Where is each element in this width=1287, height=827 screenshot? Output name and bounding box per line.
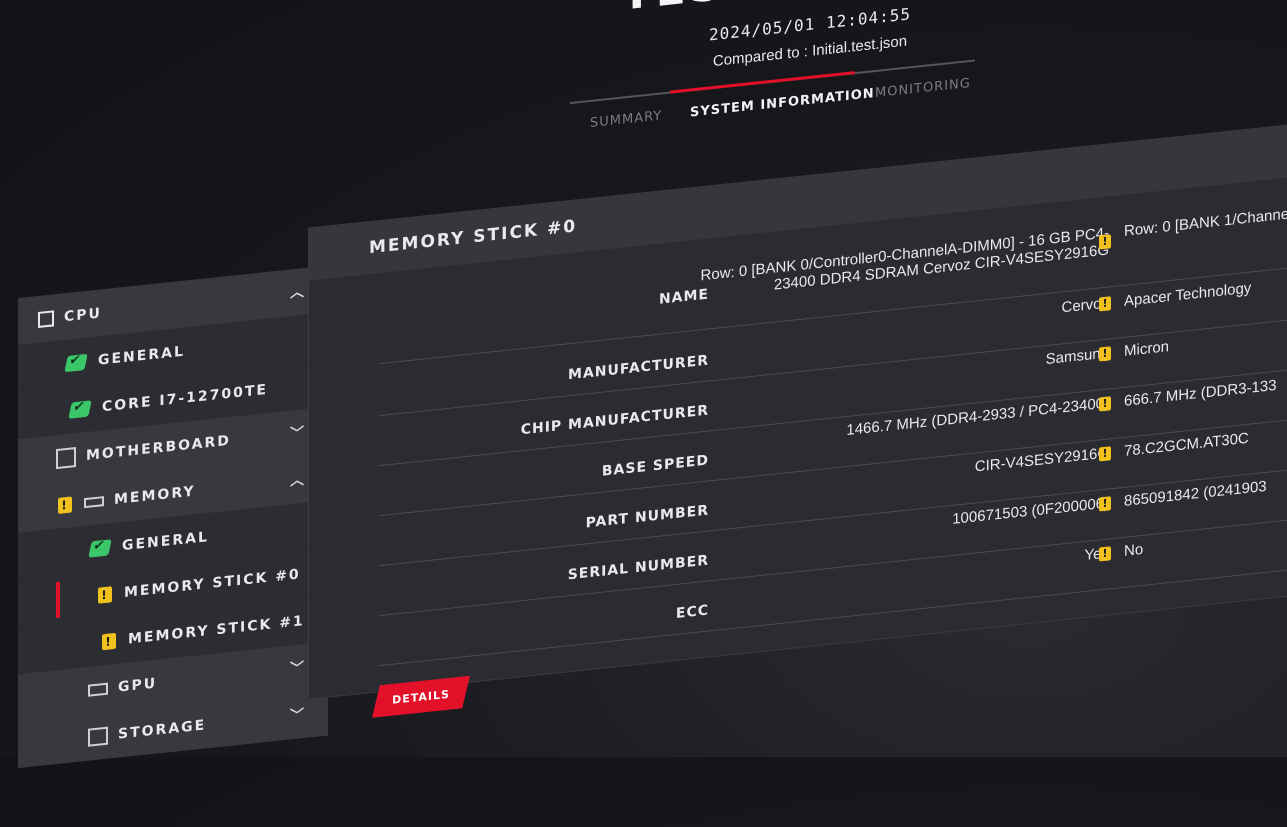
sidebar-item-label: CORE I7-12700TE — [102, 381, 268, 415]
sidebar-item-label: MEMORY STICK #0 — [124, 565, 301, 601]
check-icon — [68, 399, 92, 419]
report-stage: TEST REPORT 2024/05/01 12:04:55 Compared… — [0, 0, 1287, 827]
warning-icon: ! — [1099, 496, 1111, 512]
warning-icon: ! — [102, 632, 116, 650]
sidebar-item-label: MEMORY STICK #1 — [128, 612, 305, 648]
check-icon — [88, 538, 112, 558]
tab-system-information[interactable]: SYSTEM INFORMATION — [690, 86, 875, 120]
gpu-icon — [88, 682, 108, 697]
warning-icon: ! — [1099, 346, 1111, 362]
active-item-marker — [56, 581, 60, 619]
value-current: Row: 0 [BANK 0/Controller0-ChannelA-DIMM… — [700, 224, 1109, 294]
check-icon — [64, 353, 88, 372]
sidebar-item-label: GENERAL — [122, 528, 209, 554]
tab-monitoring[interactable]: MONITORING — [875, 76, 971, 101]
memory-stick-panel: MEMORY STICK #0 NAME Row: 0 [BANK 0/Cont… — [308, 122, 1287, 700]
warning-icon: ! — [1099, 296, 1111, 312]
cpu-icon — [38, 309, 54, 328]
warning-icon: ! — [58, 495, 72, 514]
chevron-down-icon[interactable]: ﹀ — [290, 704, 306, 726]
tab-summary[interactable]: SUMMARY — [590, 108, 662, 131]
sidebar-item-label: MOTHERBOARD — [86, 432, 231, 464]
chevron-down-icon[interactable]: ﹀ — [290, 422, 306, 444]
sidebar: CPU ︿ GENERAL CORE I7-12700TE MOTHERBOAR… — [18, 265, 328, 769]
chevron-down-icon[interactable]: ﹀ — [290, 657, 306, 679]
value-compared: Row: 0 [BANK 1/ChannelA DDR3 SDRAM Apace… — [1124, 185, 1287, 240]
sidebar-item-label: STORAGE — [118, 716, 207, 743]
row-label: NAME — [658, 286, 709, 308]
sidebar-item-label: CPU — [64, 304, 102, 325]
warning-icon: ! — [1099, 396, 1111, 412]
storage-icon — [88, 726, 108, 747]
warning-icon: ! — [1099, 546, 1111, 562]
sidebar-item-label: GENERAL — [98, 343, 185, 369]
warning-icon: ! — [98, 585, 112, 604]
memory-icon — [84, 495, 104, 508]
chevron-up-icon[interactable]: ︿ — [290, 469, 306, 491]
chevron-up-icon[interactable]: ︿ — [290, 281, 306, 303]
sidebar-item-label: MEMORY — [114, 482, 196, 508]
warning-icon: ! — [1099, 234, 1111, 250]
warning-icon: ! — [1099, 446, 1111, 462]
motherboard-icon — [56, 446, 76, 469]
sidebar-item-label: GPU — [118, 674, 158, 696]
